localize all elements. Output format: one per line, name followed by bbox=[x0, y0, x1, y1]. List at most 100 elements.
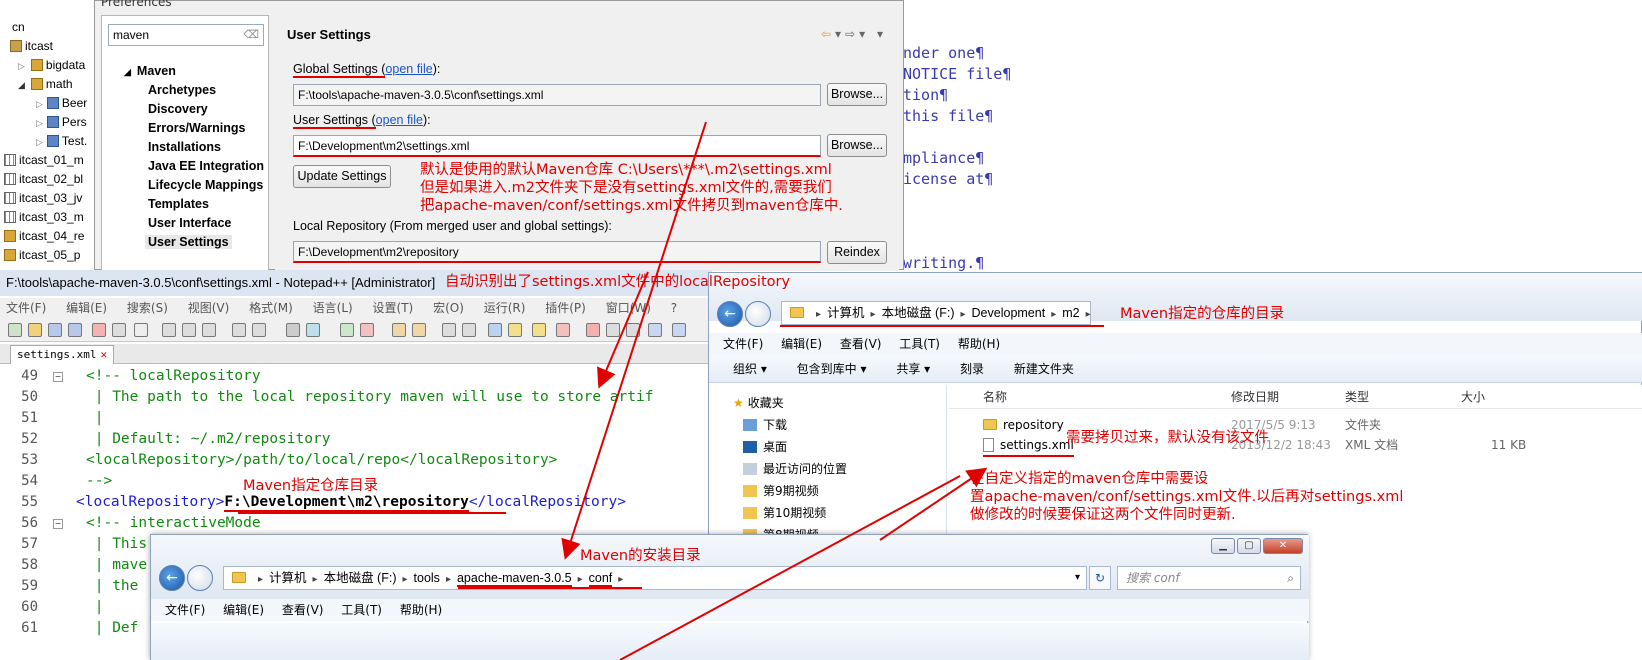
nav-item[interactable]: 下载 bbox=[743, 415, 787, 435]
doc-map-icon[interactable] bbox=[532, 323, 546, 337]
nav-favorites[interactable]: ★ 收藏夹 bbox=[733, 393, 784, 413]
minimize-button[interactable]: ▁ bbox=[1211, 538, 1235, 554]
record-macro-icon[interactable] bbox=[586, 323, 600, 337]
nav-item[interactable]: 第10期视频 bbox=[743, 503, 826, 523]
m2-menu-item[interactable]: 帮助(H) bbox=[958, 337, 1000, 351]
explorer-item[interactable]: ▷ Beer bbox=[36, 94, 87, 112]
npp-menu-item[interactable]: 设置(T) bbox=[373, 301, 414, 315]
close-all-icon[interactable] bbox=[112, 323, 126, 337]
stop-macro-icon[interactable] bbox=[606, 323, 620, 337]
conf-menu-item[interactable]: 查看(V) bbox=[282, 603, 324, 617]
find-icon[interactable] bbox=[286, 323, 300, 337]
npp-menu-item[interactable]: 视图(V) bbox=[188, 301, 230, 315]
breadcrumb-item[interactable]: 本地磁盘 (F:) bbox=[324, 571, 397, 585]
npp-menu-item[interactable]: 搜索(S) bbox=[127, 301, 168, 315]
conf-menu-item[interactable]: 帮助(H) bbox=[400, 603, 442, 617]
npp-menu-item[interactable]: 文件(F) bbox=[6, 301, 46, 315]
pref-tree-item[interactable]: Java EE Integration bbox=[148, 157, 264, 175]
preferences-filter-input[interactable]: maven ⌫ bbox=[108, 24, 264, 46]
breadcrumb-item[interactable]: m2 bbox=[1062, 306, 1079, 320]
conf-menu-item[interactable]: 文件(F) bbox=[165, 603, 205, 617]
conf-menu-item[interactable]: 编辑(E) bbox=[223, 603, 264, 617]
dropdown-icon[interactable]: ▾ bbox=[1075, 567, 1080, 589]
close-window-button[interactable]: ✕ bbox=[1263, 538, 1303, 554]
breadcrumb-item[interactable]: tools bbox=[414, 571, 440, 585]
breadcrumb-item[interactable]: 本地磁盘 (F:) bbox=[882, 306, 955, 320]
update-settings-button[interactable]: Update Settings bbox=[293, 165, 391, 188]
pref-tree-item[interactable]: Lifecycle Mappings bbox=[148, 176, 263, 194]
include-in-library-button[interactable]: 包含到库中 ▾ bbox=[797, 362, 867, 376]
open-file-icon[interactable] bbox=[28, 323, 42, 337]
undo-icon[interactable] bbox=[232, 323, 246, 337]
nav-item[interactable]: 最近访问的位置 bbox=[743, 459, 847, 479]
breadcrumb-item[interactable]: Development bbox=[972, 306, 1046, 320]
explorer-item[interactable]: ▷ Pers bbox=[36, 113, 87, 131]
back-arrow-icon[interactable]: ← bbox=[717, 301, 743, 327]
m2-menu-item[interactable]: 查看(V) bbox=[840, 337, 882, 351]
nav-item[interactable]: 第9期视频 bbox=[743, 481, 819, 501]
file-row-repository[interactable]: repository 2017/5/5 9:13 文件夹 bbox=[949, 415, 1642, 435]
share-button[interactable]: 共享 ▾ bbox=[896, 362, 930, 376]
pref-tree-item-user-settings[interactable]: User Settings bbox=[145, 233, 232, 251]
npp-menu-item[interactable]: 格式(M) bbox=[249, 301, 293, 315]
clear-filter-icon[interactable]: ⌫ bbox=[243, 28, 259, 41]
column-date[interactable]: 修改日期 bbox=[1231, 385, 1279, 409]
close-tab-icon[interactable]: ✕ bbox=[100, 348, 107, 361]
m2-menu-item[interactable]: 编辑(E) bbox=[781, 337, 822, 351]
pref-tree-maven[interactable]: ◢ Maven bbox=[124, 62, 176, 80]
save-macro-icon[interactable] bbox=[672, 323, 686, 337]
save-icon[interactable] bbox=[48, 323, 62, 337]
save-all-icon[interactable] bbox=[68, 323, 82, 337]
forward-arrow-icon[interactable] bbox=[745, 301, 771, 327]
npp-menu-item[interactable]: 编辑(E) bbox=[66, 301, 107, 315]
explorer-item[interactable]: ▷ bigdata bbox=[18, 56, 85, 74]
explorer-item[interactable]: itcast_04_re bbox=[4, 227, 84, 245]
breadcrumb-item[interactable]: 计算机 bbox=[269, 571, 307, 585]
explorer-item[interactable]: itcast_03_jv bbox=[4, 189, 82, 207]
maximize-button[interactable]: ▢ bbox=[1237, 538, 1261, 554]
redo-icon[interactable] bbox=[252, 323, 266, 337]
play-macro-icon[interactable] bbox=[626, 323, 640, 337]
pref-tree-item[interactable]: Templates bbox=[148, 195, 209, 213]
conf-menu-item[interactable]: 工具(T) bbox=[341, 603, 382, 617]
user-open-file-link[interactable]: open file bbox=[376, 113, 423, 127]
sync-v-icon[interactable] bbox=[392, 323, 406, 337]
new-folder-button[interactable]: 新建文件夹 bbox=[1014, 362, 1074, 376]
explorer-item[interactable]: itcast bbox=[10, 37, 53, 55]
history-nav-icons[interactable]: ⇦▾⇨▾ ▾ bbox=[821, 27, 887, 41]
print-icon[interactable] bbox=[134, 323, 148, 337]
tab-settings-xml[interactable]: settings.xml ✕ bbox=[10, 345, 115, 364]
organize-button[interactable]: 组织 ▾ bbox=[733, 362, 767, 376]
zoom-out-icon[interactable] bbox=[360, 323, 374, 337]
function-list-icon[interactable] bbox=[556, 323, 570, 337]
burn-button[interactable]: 刻录 bbox=[960, 362, 984, 376]
pref-tree-item[interactable]: User Interface bbox=[148, 214, 231, 232]
user-browse-button[interactable]: Browse... bbox=[827, 134, 887, 157]
copy-icon[interactable] bbox=[182, 323, 196, 337]
npp-menu-item[interactable]: 宏(O) bbox=[433, 301, 464, 315]
explorer-item[interactable]: itcast_02_bl bbox=[4, 170, 83, 188]
forward-arrow-icon[interactable] bbox=[187, 565, 213, 591]
m2-menu-item[interactable]: 文件(F) bbox=[723, 337, 763, 351]
explorer-item[interactable]: ◢ math bbox=[18, 75, 73, 93]
local-repo-path[interactable]: F:\Development\m2\repository bbox=[293, 241, 821, 263]
breadcrumb-item[interactable]: apache-maven-3.0.5 bbox=[456, 571, 572, 587]
reindex-button[interactable]: Reindex bbox=[827, 241, 887, 264]
search-icon[interactable]: ⌕ bbox=[1287, 567, 1294, 589]
new-file-icon[interactable] bbox=[8, 323, 22, 337]
global-browse-button[interactable]: Browse... bbox=[827, 83, 887, 106]
explorer-item[interactable]: ▷ Test. bbox=[36, 132, 87, 150]
udl-icon[interactable] bbox=[508, 323, 522, 337]
sync-h-icon[interactable] bbox=[412, 323, 426, 337]
npp-menu-item[interactable]: 插件(P) bbox=[545, 301, 586, 315]
pref-tree-item[interactable]: Archetypes bbox=[148, 81, 216, 99]
fold-minus-icon[interactable]: − bbox=[53, 372, 63, 382]
conf-address-bar[interactable]: ▸ 计算机 ▸ 本地磁盘 (F:) ▸ tools ▸ apache-maven-3.0.5 ▸… bbox=[223, 566, 1087, 590]
npp-menu-item[interactable]: ? bbox=[671, 301, 677, 315]
explorer-item[interactable]: itcast_03_m bbox=[4, 208, 84, 226]
global-settings-path[interactable]: F:\tools\apache-maven-3.0.5\conf\setting… bbox=[293, 84, 821, 106]
npp-menu-item[interactable]: 运行(R) bbox=[484, 301, 526, 315]
all-chars-icon[interactable] bbox=[462, 323, 476, 337]
pref-tree-item[interactable]: Installations bbox=[148, 138, 221, 156]
run-macro-icon[interactable] bbox=[648, 323, 662, 337]
